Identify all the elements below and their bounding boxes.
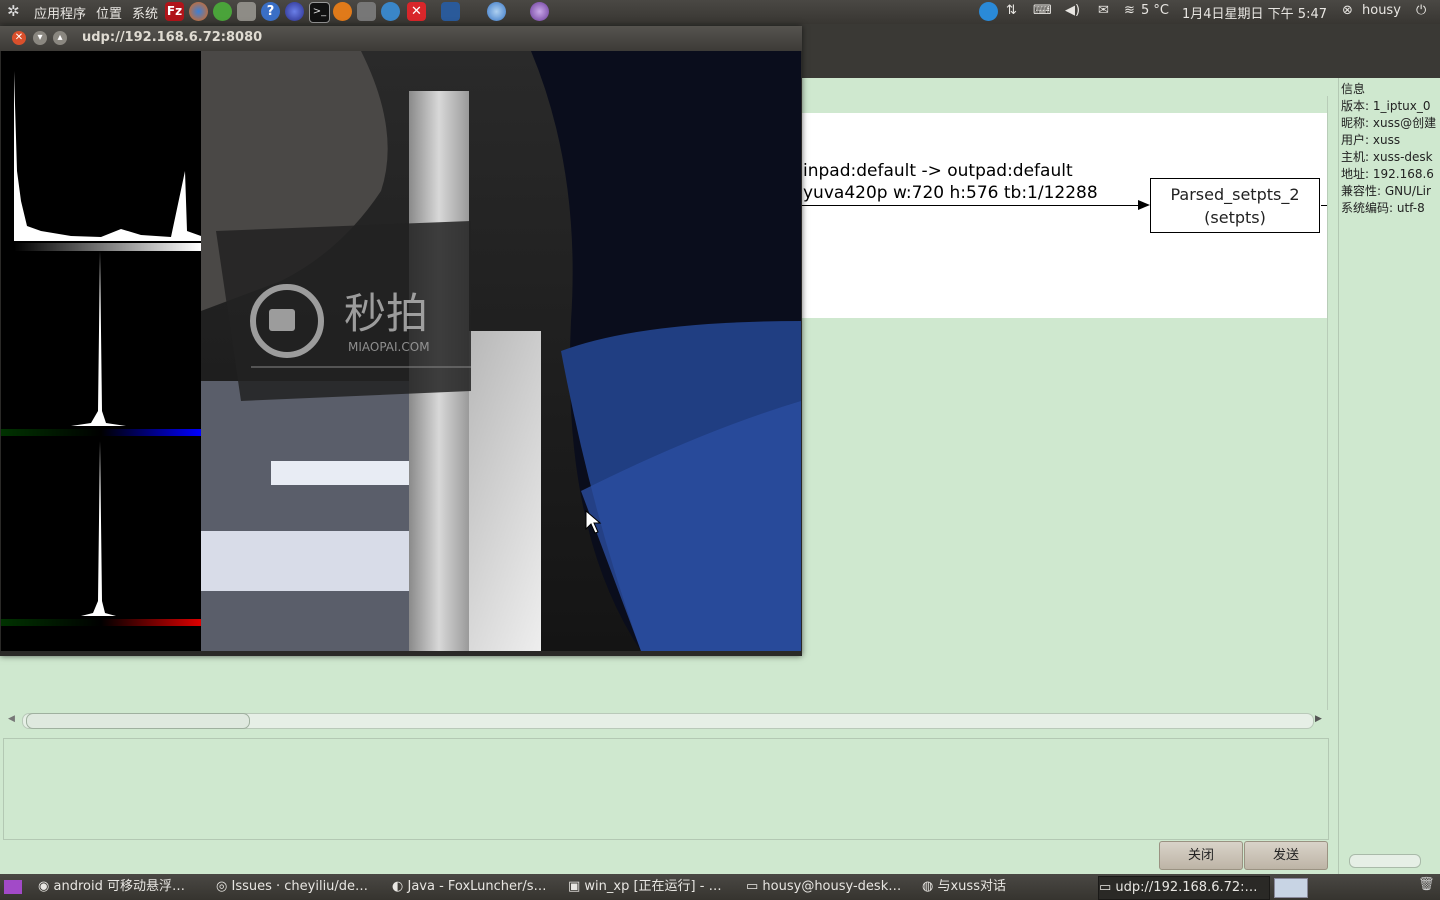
user-icon: ⊗ <box>1342 3 1353 18</box>
firefox-task-icon: ◉ <box>38 879 54 894</box>
task-android-label: android 可移动悬浮… <box>53 879 185 894</box>
task-terminal-label: housy@housy-desk… <box>762 879 902 894</box>
scrollbar-thumb[interactable] <box>26 713 250 729</box>
graph-edge-out <box>1321 205 1327 206</box>
xmind-icon[interactable]: ✕ <box>407 2 426 21</box>
task-java[interactable]: ◐ Java - FoxLuncher/s… <box>392 876 560 898</box>
network-tool-icon[interactable] <box>357 2 376 21</box>
user-name[interactable]: housy <box>1362 3 1401 18</box>
eclipse-alt-icon[interactable] <box>530 2 549 21</box>
pidgin-icon[interactable] <box>213 2 232 21</box>
terminal-task-icon: ▭ <box>746 879 763 894</box>
clock[interactable]: 1月4日星期日 下午 5:47 <box>1182 3 1327 22</box>
horizontal-scrollbar[interactable]: ◀ ▶ <box>4 710 1326 730</box>
task-udp-label: udp://192.168.6.72:… <box>1115 880 1258 895</box>
ubuntu-one-icon[interactable] <box>333 2 352 21</box>
info-address: 地址: 192.168.6 <box>1341 167 1434 181</box>
iptux-tray-icon[interactable] <box>979 2 998 21</box>
window-task-icon: ▭ <box>1099 880 1116 895</box>
eclipse-icon[interactable] <box>285 2 304 21</box>
show-desktop-icon[interactable] <box>4 880 22 894</box>
send-button[interactable]: 发送 <box>1244 841 1328 870</box>
window-maximize-icon[interactable]: ▴ <box>53 31 67 45</box>
video-window: ✕ ▾ ▴ udp://192.168.6.72:8080 秒拍 MIAOPAI… <box>0 26 802 656</box>
window-close-icon[interactable]: ✕ <box>12 31 26 45</box>
task-java-label: Java - FoxLuncher/s… <box>407 879 547 894</box>
task-chat[interactable]: ◍ 与xuss对话 <box>922 876 1090 898</box>
chromium-task-icon: ◎ <box>216 879 232 894</box>
task-issues[interactable]: ◎ Issues · cheyiliu/de… <box>216 876 384 898</box>
task-android[interactable]: ◉ android 可移动悬浮… <box>38 876 208 898</box>
weather-icon: ≋ <box>1124 3 1135 18</box>
watermark-text: 秒拍 <box>344 289 428 338</box>
graph-node-type: (setpts) <box>1204 208 1266 227</box>
mail-icon[interactable] <box>237 2 256 21</box>
graph-node-setpts: Parsed_setpts_2 (setpts) <box>1150 178 1320 233</box>
workspace-switcher[interactable] <box>1274 878 1308 898</box>
task-terminal[interactable]: ▭ housy@housy-desk… <box>746 876 914 898</box>
info-compat: 兼容性: GNU/Lir <box>1341 184 1431 198</box>
help-icon[interactable]: ? <box>261 2 280 21</box>
window-titlebar[interactable]: ✕ ▾ ▴ udp://192.168.6.72:8080 <box>0 26 802 51</box>
task-udp[interactable]: ▭ udp://192.168.6.72:… <box>1098 876 1270 900</box>
firefox-icon[interactable] <box>189 2 208 21</box>
power-icon[interactable]: ⏻ <box>1416 3 1426 18</box>
video-frame[interactable]: 秒拍 MIAOPAI.COM <box>1 51 801 651</box>
virtualbox-icon[interactable] <box>441 2 460 21</box>
graph-edge-line <box>800 205 1140 206</box>
menu-places[interactable]: 位置 <box>96 3 122 22</box>
graph-arrow-head <box>1138 200 1150 210</box>
info-version: 版本: 1_iptux_0 <box>1341 99 1431 113</box>
filezilla-icon[interactable]: Fz <box>165 2 184 21</box>
task-winxp-label: win_xp [正在运行] - … <box>584 879 722 894</box>
network-icon[interactable]: ⇅ <box>1006 3 1017 18</box>
top-panel: ✲ 应用程序 位置 系统 Fz ? >_ ✕ ⇅ ⌨ ◀) ✉ ≋ 5 °C 1… <box>0 0 1440 24</box>
task-issues-label: Issues · cheyiliu/de… <box>231 879 369 894</box>
graph-node-name: Parsed_setpts_2 <box>1170 185 1300 204</box>
message-input[interactable] <box>3 738 1329 840</box>
scroll-right-icon[interactable]: ▶ <box>1315 714 1322 724</box>
scroll-left-icon[interactable]: ◀ <box>8 714 15 724</box>
info-encoding: 系统编码: utf-8 <box>1341 201 1425 215</box>
watermark-subtext: MIAOPAI.COM <box>348 340 430 354</box>
histogram-graph <box>1 51 201 626</box>
info-scrollbar[interactable] <box>1349 854 1421 868</box>
info-nickname: 昵称: xuss@创建 <box>1341 116 1437 130</box>
menu-system[interactable]: 系统 <box>132 3 158 22</box>
iptux-task-icon: ◍ <box>922 879 938 894</box>
histogram-panel <box>1 51 201 651</box>
graph-edge-label-2: yuva420p w:720 h:576 tb:1/12288 <box>803 183 1098 203</box>
info-user: 用户: xuss <box>1341 133 1401 147</box>
trash-icon[interactable]: 🗑 <box>1418 877 1435 892</box>
info-header: 信息 <box>1341 82 1366 96</box>
virtualbox-task-icon: ▣ <box>568 879 585 894</box>
info-panel: 信息 版本: 1_iptux_0 昵称: xuss@创建 用户: xuss 主机… <box>1338 78 1440 874</box>
terminal-icon[interactable]: >_ <box>309 2 330 23</box>
keyboard-icon[interactable]: ⌨ <box>1033 3 1052 18</box>
menu-applications[interactable]: 应用程序 <box>34 3 86 22</box>
chromium-icon[interactable] <box>487 2 506 21</box>
ubuntu-logo-icon[interactable]: ✲ <box>7 2 20 20</box>
window-minimize-icon[interactable]: ▾ <box>33 31 47 45</box>
task-chat-label: 与xuss对话 <box>937 879 1006 894</box>
window-title: udp://192.168.6.72:8080 <box>82 30 263 45</box>
taskbar: ◉ android 可移动悬浮… ◎ Issues · cheyiliu/de…… <box>0 874 1440 900</box>
volume-icon[interactable]: ◀) <box>1065 3 1080 18</box>
task-winxp[interactable]: ▣ win_xp [正在运行] - … <box>568 876 738 898</box>
iptux-icon[interactable] <box>381 2 400 21</box>
info-host: 主机: xuss-desk <box>1341 150 1433 164</box>
close-button[interactable]: 关闭 <box>1159 841 1243 870</box>
graph-edge-label-1: inpad:default -> outpad:default <box>803 161 1073 181</box>
mail-tray-icon[interactable]: ✉ <box>1098 3 1109 18</box>
weather-temp[interactable]: 5 °C <box>1141 3 1169 18</box>
eclipse-task-icon: ◐ <box>392 879 408 894</box>
